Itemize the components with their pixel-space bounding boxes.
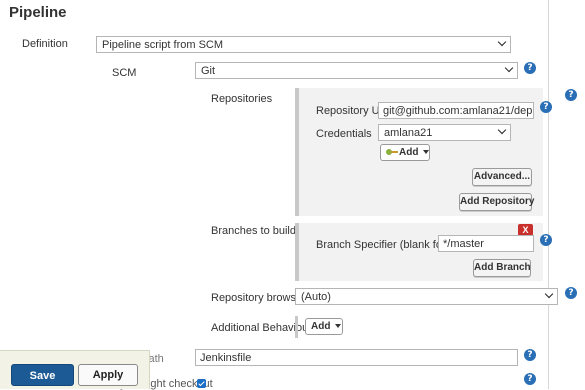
repository-browser-label: Repository browser — [211, 292, 306, 304]
lightweight-help-icon[interactable]: ? — [524, 373, 536, 385]
add-repository-button[interactable]: Add Repository — [459, 193, 534, 211]
credentials-add-button[interactable]: Add — [380, 144, 430, 161]
chevron-down-icon — [497, 37, 507, 47]
branch-specifier-help-icon[interactable]: ? — [540, 234, 552, 246]
additional-behaviours-add-button[interactable]: Add — [305, 318, 343, 335]
repository-url-input[interactable]: git@github.com:amlana21/deploy-react-f — [378, 102, 534, 119]
credentials-value: amlana21 — [384, 127, 433, 139]
behaviours-bar — [295, 316, 298, 338]
definition-value: Pipeline script from SCM — [102, 39, 224, 51]
branch-specifier-input[interactable]: */master — [438, 235, 534, 252]
right-divider — [548, 0, 549, 389]
repositories-label: Repositories — [211, 93, 273, 105]
branches-label: Branches to build — [211, 225, 296, 237]
save-button[interactable]: Save — [11, 364, 74, 386]
caret-down-icon — [335, 324, 342, 329]
script-path-help-icon[interactable]: ? — [524, 349, 536, 361]
section-title: Pipeline — [9, 4, 67, 21]
credentials-label: Credentials — [316, 128, 372, 140]
additional-behaviours-label: Additional Behaviours — [211, 322, 318, 334]
scm-select[interactable]: Git — [195, 62, 518, 79]
key-icon — [386, 149, 398, 156]
chevron-down-icon — [497, 125, 507, 135]
advanced-button[interactable]: Advanced... — [472, 168, 532, 186]
repository-browser-value: (Auto) — [301, 291, 331, 303]
apply-button[interactable]: Apply — [78, 364, 138, 386]
script-path-input[interactable]: Jenkinsfile — [195, 349, 518, 366]
chevron-down-icon — [504, 63, 514, 73]
scm-label: SCM — [112, 67, 137, 79]
definition-select[interactable]: Pipeline script from SCM — [96, 36, 511, 53]
behaviours-add-label: Add — [311, 321, 331, 332]
repository-url-help-icon[interactable]: ? — [540, 101, 552, 113]
repositories-help-icon[interactable]: ? — [565, 89, 577, 101]
add-branch-button[interactable]: Add Branch — [473, 259, 531, 277]
scm-value: Git — [201, 65, 216, 77]
caret-down-icon — [423, 150, 430, 155]
credentials-add-label: Add — [399, 147, 419, 158]
scm-help-icon[interactable]: ? — [524, 62, 536, 74]
credentials-select[interactable]: amlana21 — [378, 124, 511, 141]
chevron-down-icon — [544, 289, 554, 299]
definition-label: Definition — [22, 38, 68, 50]
repository-browser-help-icon[interactable]: ? — [565, 287, 577, 299]
repository-browser-select[interactable]: (Auto) — [295, 288, 558, 305]
lightweight-checkout-checkbox[interactable] — [197, 379, 206, 388]
